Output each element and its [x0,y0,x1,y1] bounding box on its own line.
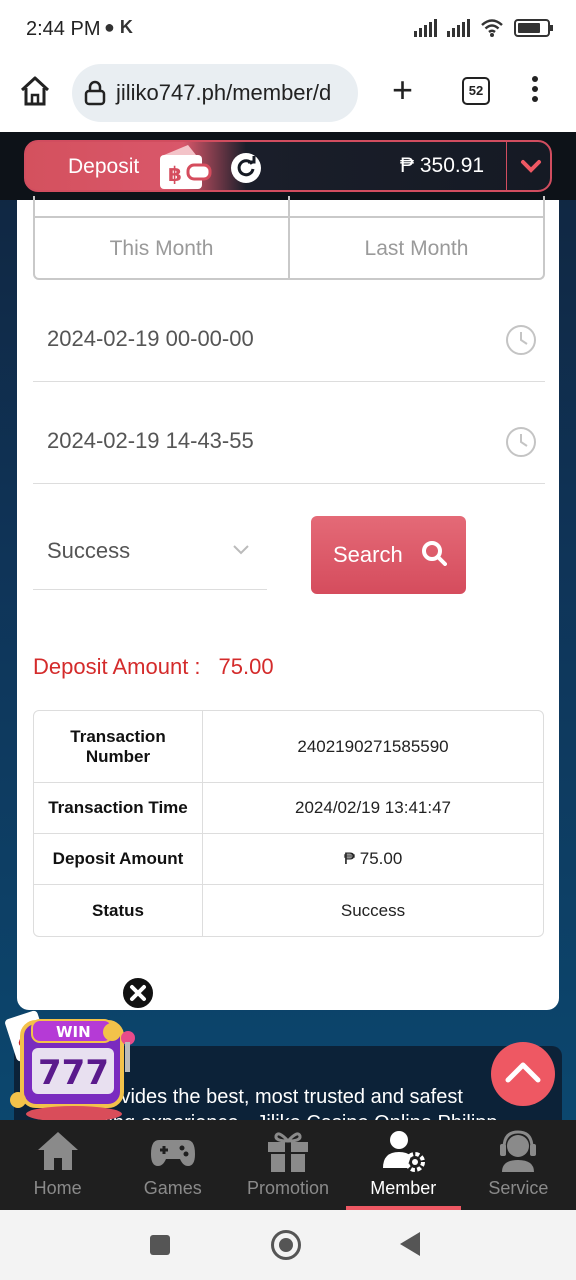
address-bar[interactable]: jiliko747.ph/member/d [72,64,358,122]
new-tab-button[interactable]: + [392,72,413,108]
svg-text:777: 777 [38,1053,109,1093]
refresh-icon[interactable] [230,152,262,184]
deposit-pill: Deposit ฿ ₱ 350.91 [24,140,552,192]
headset-icon [500,1130,537,1172]
row-value: ₱ 75.00 [343,849,403,868]
lock-icon[interactable] [82,80,108,106]
chevron-up-icon [505,1062,541,1083]
clock-icon [506,325,536,355]
row-key: Transaction Time [34,783,203,833]
home-icon [37,1132,78,1170]
svg-text:฿: ฿ [168,162,182,186]
period-last-month[interactable]: Last Month [290,220,543,278]
start-time-value: 2024-02-19 00-00-00 [47,326,254,351]
status-selected-value: Success [47,538,131,563]
nav-member[interactable]: Member [345,1120,462,1210]
chevron-down-icon [233,545,249,555]
wallet-icon[interactable]: ฿ [158,143,212,191]
recents-button[interactable] [150,1235,170,1255]
status-time: 2:44 PM [26,18,101,40]
scroll-to-top-button[interactable] [491,1042,555,1106]
balance-dropdown-toggle[interactable] [506,142,550,190]
nav-games[interactable]: Games [115,1120,230,1210]
table-row: Status Success [34,885,543,936]
deposit-amount-value: 75.00 [218,654,274,679]
table-row: Transaction Number 2402190271585590 [34,711,543,783]
status-bar: 2:44 PM ● K [0,0,576,58]
back-button[interactable] [400,1232,420,1256]
browser-home-icon[interactable] [18,74,52,108]
end-time-field[interactable]: 2024-02-19 14-43-55 [33,400,545,484]
end-time-value: 2024-02-19 14-43-55 [47,428,254,453]
wallet-topbar: Deposit ฿ ₱ 350.91 [0,132,576,200]
status-right-icons [414,18,553,38]
table-row: Transaction Time 2024/02/19 13:41:47 [34,783,543,834]
clock-icon [506,427,536,457]
home-button[interactable] [271,1230,301,1260]
deposit-amount-summary: Deposit Amount : 75.00 [33,654,274,680]
browser-toolbar: jiliko747.ph/member/d + 52 [0,58,576,132]
search-button-label: Search [333,542,403,567]
row-key: Transaction Number [34,711,203,782]
row-key: Status [34,885,203,936]
close-icon[interactable] [121,976,155,1010]
table-row: Deposit Amount ₱ 75.00 [34,834,543,885]
nav-label: Member [370,1178,437,1198]
row-value: 2402190271585590 [297,736,449,756]
transaction-table: Transaction Number 2402190271585590 Tran… [33,710,544,937]
row-value: Success [340,900,406,920]
svg-text:WIN: WIN [56,1023,91,1041]
row-value: 2024/02/19 13:41:47 [295,798,451,817]
period-filter-grid: This Month Last Month [33,196,545,280]
signal-2-icon [447,19,470,37]
app-viewport: Deposit ฿ ₱ 350.91 This Month Last Month… [0,132,576,1210]
search-button[interactable]: Search [311,516,466,594]
nav-label: Games [143,1178,202,1198]
deposit-record-card: This Month Last Month 2024-02-19 00-00-0… [17,196,559,1010]
chat-bubble-icon: ● [104,17,115,37]
wifi-icon [481,19,503,37]
nav-label: Service [488,1178,549,1198]
row-key: Deposit Amount [34,834,203,884]
nav-promotion[interactable]: Promotion [230,1120,345,1210]
url-text[interactable]: jiliko747.ph/member/d [116,80,331,106]
period-this-month[interactable]: This Month [35,220,288,278]
tab-count-button[interactable]: 52 [462,77,490,105]
signal-icon [414,19,437,37]
balance-amount: ₱ 350.91 [400,154,485,177]
status-select[interactable]: Success [33,508,267,590]
start-time-field[interactable]: 2024-02-19 00-00-00 [33,298,545,382]
bottom-navigation: Home Games Promotion Member Service [0,1120,576,1210]
battery-icon [514,19,553,37]
nav-service[interactable]: Service [461,1120,576,1210]
deposit-button[interactable]: Deposit [68,155,139,179]
status-notification-icons: ● K [104,17,133,38]
nav-label: Home [33,1178,82,1198]
carrier-k-icon: K [119,17,133,37]
slot-machine-promo-image[interactable]: ♠ WIN 777 [4,1008,144,1126]
nav-home[interactable]: Home [0,1120,115,1210]
member-settings-icon [383,1131,426,1172]
deposit-amount-label: Deposit Amount : [33,654,201,679]
browser-menu-icon[interactable] [528,76,542,108]
chevron-down-icon [521,160,541,173]
system-navigation-bar [0,1210,576,1280]
search-icon [422,541,447,566]
gamepad-icon [150,1140,195,1166]
gift-icon [268,1132,308,1172]
nav-label: Promotion [246,1178,330,1198]
